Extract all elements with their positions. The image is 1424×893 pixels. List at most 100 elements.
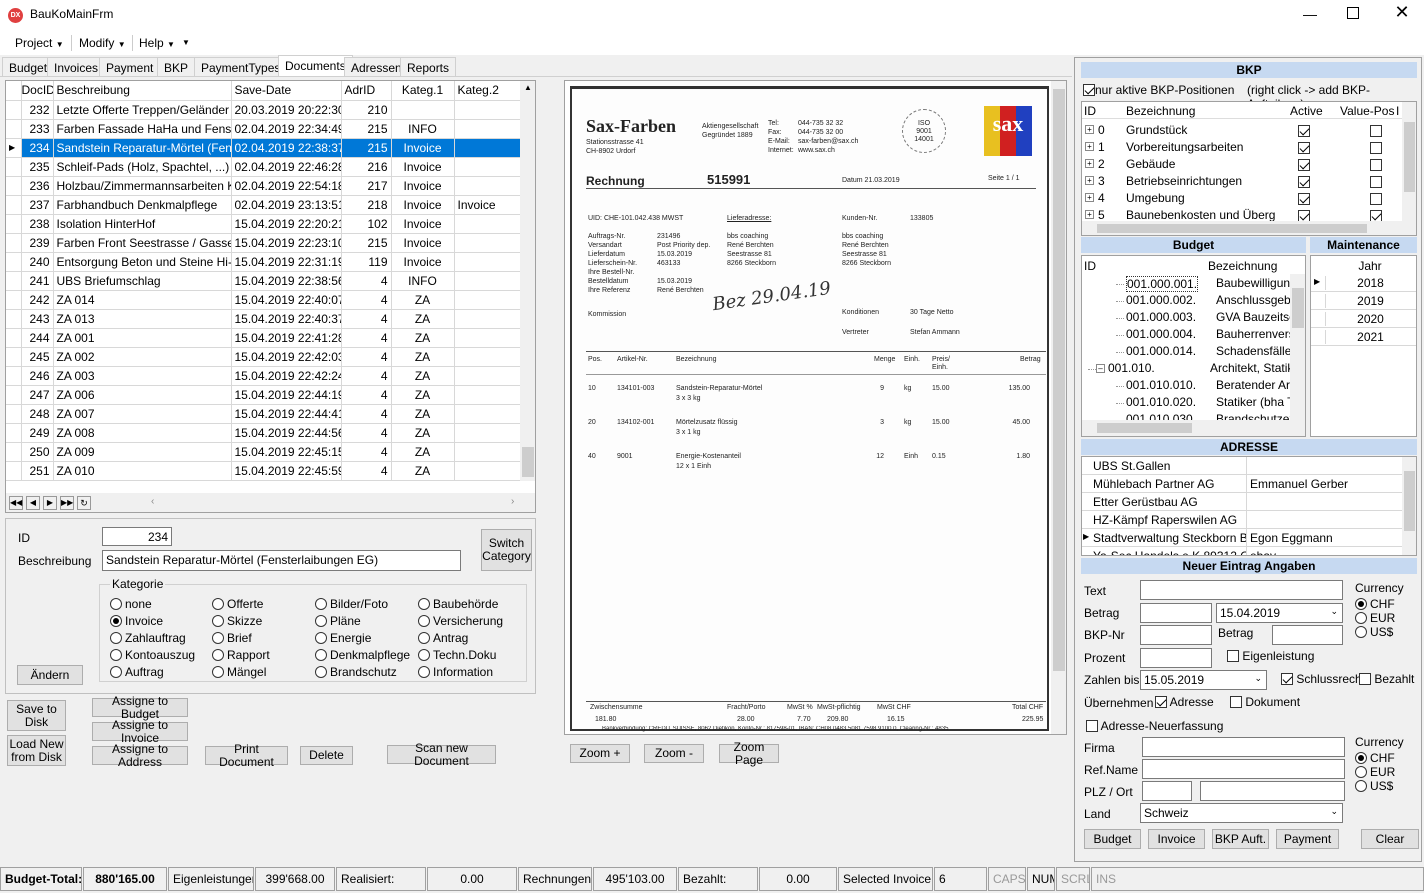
firma-field[interactable] [1142,737,1345,757]
scroll-thumb[interactable] [1097,423,1192,433]
bkp-row[interactable]: +2 Gebäude [1082,156,1402,173]
row-indicator[interactable] [6,366,22,386]
new-invoice-button[interactable]: Invoice [1148,829,1205,849]
category-radio[interactable]: Techn.Doku [418,648,496,662]
maximize-button[interactable] [1347,7,1359,19]
betrag-field[interactable] [1140,603,1212,623]
table-row[interactable]: 235 Schleif-Pads (Holz, Spachtel, ...) 02.… [6,157,521,177]
budget-hscrollbar[interactable] [1082,420,1305,436]
row-indicator[interactable] [6,195,22,215]
switch-category-button[interactable]: Switch Category [481,529,532,571]
table-row[interactable]: 232 Letzte Offerte Treppen/Geländer Tre 20… [6,100,521,120]
category-radio[interactable]: Baubehörde [418,597,498,611]
adresse-row[interactable]: Etter Gerüstbau AG [1082,493,1402,511]
table-cell[interactable]: 02.04.2019 22:54:18 [231,176,342,196]
table-cell[interactable]: 119 [341,252,392,272]
category-radio[interactable]: Antrag [418,631,468,645]
table-cell[interactable]: 4 [341,385,392,405]
budget-row[interactable]: 001.000.003. GVA Bauzeitsch [1082,309,1290,326]
eigenleistung-check[interactable]: Eigenleistung [1227,649,1314,663]
table-cell[interactable]: 246 [21,366,54,386]
table-cell[interactable]: 102 [341,214,392,234]
table-row[interactable]: 237 Farbhandbuch Denkmalpflege 02.04.2019 … [6,195,521,215]
hscroll-left-icon[interactable]: ‹ [151,496,154,507]
table-row[interactable]: 248 ZA 007 15.04.2019 22:44:41 4 ZA [6,404,521,424]
adresse-row[interactable]: Ya-Sec Handels e.K 89312 Gün:ebay [1082,547,1402,555]
table-cell[interactable] [454,271,521,291]
bkp-value-checkbox[interactable] [1370,176,1382,188]
table-cell[interactable]: Farben Front Seestrasse / Gasse [53,233,232,253]
budget-row[interactable]: 001.000.014. Schadensfälle S [1082,343,1290,360]
currency2-eur[interactable]: EUR [1355,765,1404,779]
category-radio[interactable]: Brandschutz [315,665,397,679]
budget-col-bezeichnung[interactable]: Bezeichnung [1208,259,1277,273]
table-cell[interactable]: ZA [391,423,455,443]
table-cell[interactable]: ZA 003 [53,366,232,386]
col-adrid[interactable]: AdrID [341,81,392,101]
bkp-row[interactable]: +4 Umgebung [1082,190,1402,207]
row-indicator[interactable] [6,176,22,196]
row-indicator[interactable] [6,100,22,120]
menu-overflow-icon[interactable]: ▼ [182,38,190,47]
table-cell[interactable] [454,385,521,405]
table-cell[interactable]: Invoice [391,252,455,272]
table-cell[interactable]: 20.03.2019 20:22:30 [231,100,342,120]
table-cell[interactable]: 02.04.2019 22:46:28 [231,157,342,177]
adresse-vscrollbar[interactable] [1402,457,1416,555]
table-cell[interactable]: ZA 008 [53,423,232,443]
category-radio[interactable]: Rapport [212,648,270,662]
date-picker-1[interactable]: 15.04.2019 ⌄ [1216,603,1343,623]
scan-document-button[interactable]: Scan new Document [387,741,496,767]
scroll-thumb[interactable] [1053,89,1065,671]
col-kateg1[interactable]: Kateg.1 [391,81,455,101]
schlussrech-check[interactable]: Schlussrech [1281,672,1362,686]
next-record-icon[interactable]: ▶ [43,496,57,510]
row-indicator[interactable] [6,309,22,329]
budget-row[interactable]: –001.010. Architekt, Statike [1082,360,1290,377]
assign-budget-button[interactable]: Assigne to Budget [92,694,188,720]
table-row[interactable]: 244 ZA 001 15.04.2019 22:41:28 4 ZA [6,328,521,348]
adresse-grid[interactable]: UBS St.Gallen Mühlebach Partner AG Emmanue… [1081,456,1417,556]
table-cell[interactable]: ZA 014 [53,290,232,310]
table-cell[interactable]: Isolation HinterHof [53,214,232,234]
table-cell[interactable] [454,328,521,348]
table-cell[interactable] [454,100,521,120]
table-cell[interactable]: 245 [21,347,54,367]
table-cell[interactable]: 15.04.2019 22:42:24 [231,366,342,386]
maintenance-grid[interactable]: Jahr ▶ 2018 2019 2020 2021 [1310,255,1417,437]
table-row[interactable]: 239 Farben Front Seestrasse / Gasse 15.04.… [6,233,521,253]
table-cell[interactable] [454,119,521,139]
row-indicator[interactable] [6,328,22,348]
expand-icon[interactable]: + [1085,176,1094,185]
budget-vscrollbar[interactable] [1290,274,1305,420]
table-cell[interactable]: ZA 010 [53,461,232,481]
tab-documents[interactable]: Documents [278,55,353,76]
bkp-hscrollbar[interactable] [1082,221,1416,235]
adresse-neu-check[interactable]: Adresse-Neuerfassung [1086,719,1223,733]
table-cell[interactable]: 235 [21,157,54,177]
table-cell[interactable] [454,290,521,310]
table-cell[interactable]: 215 [341,119,392,139]
bkp-active-checkbox[interactable] [1298,125,1310,137]
table-cell[interactable]: 4 [341,347,392,367]
table-cell[interactable]: 210 [341,100,392,120]
table-cell[interactable]: 4 [341,404,392,424]
budget-row[interactable]: 001.000.004. Bauherrenversi [1082,326,1290,343]
table-row[interactable]: 246 ZA 003 15.04.2019 22:42:24 4 ZA [6,366,521,386]
adresse-row[interactable]: ▶ Stadtverwaltung Steckborn Bau Egon Eggma… [1082,529,1402,547]
viewer-vscrollbar[interactable] [1051,81,1066,734]
collapse-icon[interactable]: – [1096,364,1105,373]
currency2-chf[interactable]: CHF [1355,751,1404,765]
table-cell[interactable]: ZA 013 [53,309,232,329]
table-cell[interactable]: Entsorgung Beton und Steine Hi-Eing [53,252,232,272]
table-cell[interactable]: Letzte Offerte Treppen/Geländer Tre [53,100,232,120]
table-cell[interactable] [454,366,521,386]
hscroll-right-icon[interactable]: › [511,496,514,507]
expand-icon[interactable]: + [1085,125,1094,134]
bkp-filter-checkbox[interactable] [1083,84,1095,96]
clear-button[interactable]: Clear [1361,829,1419,849]
table-cell[interactable]: 242 [21,290,54,310]
table-cell[interactable]: ZA 001 [53,328,232,348]
scroll-thumb[interactable] [1097,224,1367,233]
budget-row[interactable]: 001.010.020. Statiker (bha T [1082,394,1290,411]
